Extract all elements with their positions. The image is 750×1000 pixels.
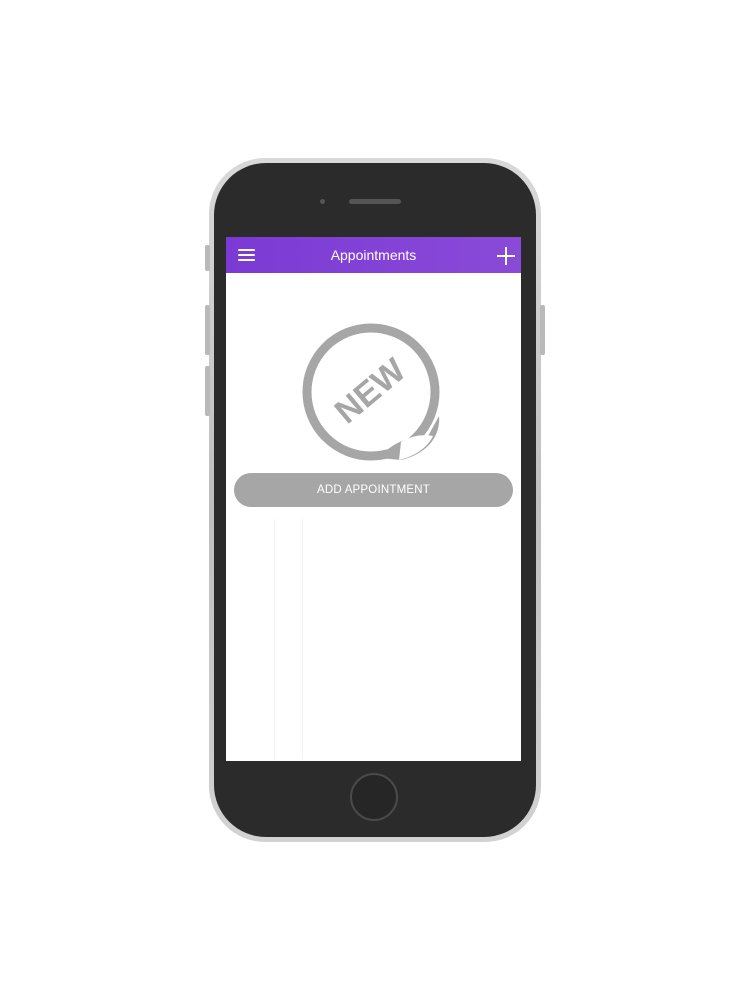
power-button xyxy=(540,305,545,355)
divider xyxy=(302,519,303,759)
earpiece-speaker xyxy=(349,199,401,204)
stage: Appointments NEW ADD APPOINTMENT xyxy=(0,0,750,1000)
front-camera xyxy=(320,199,325,204)
divider xyxy=(274,519,275,759)
new-sticker-icon: NEW xyxy=(302,323,440,461)
volume-up-button xyxy=(205,305,210,355)
phone-screen: Appointments NEW ADD APPOINTMENT xyxy=(226,237,521,761)
home-button[interactable] xyxy=(350,773,398,821)
hamburger-menu-icon[interactable] xyxy=(238,248,255,262)
app-bar: Appointments xyxy=(226,237,521,273)
mute-switch xyxy=(205,245,210,271)
add-appointment-button[interactable]: ADD APPOINTMENT xyxy=(234,473,513,507)
volume-down-button xyxy=(205,366,210,416)
plus-icon[interactable] xyxy=(497,247,515,265)
page-title: Appointments xyxy=(330,247,417,263)
